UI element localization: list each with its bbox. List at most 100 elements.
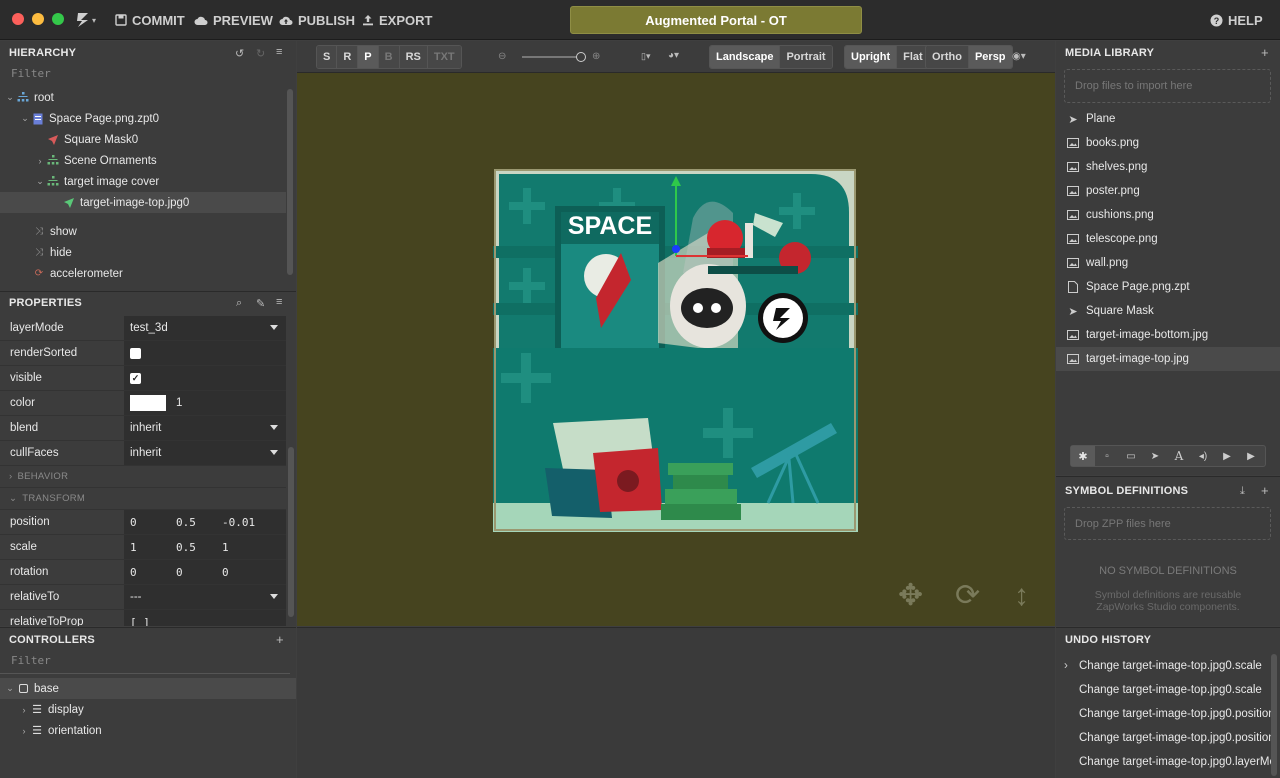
undo-item[interactable]: Change target-image-top.jpg0.scale [1064, 678, 1276, 702]
filter-image-icon[interactable]: ▭ [1119, 446, 1143, 466]
expand-caret-icon[interactable]: ⌄ [4, 92, 16, 103]
commit-button[interactable]: COMMIT [115, 11, 185, 29]
zoom-out-icon[interactable]: ⊖ [498, 51, 506, 62]
rotation-x[interactable]: 0 [130, 566, 176, 579]
blend-select[interactable]: inherit [124, 416, 286, 440]
relativeto-select[interactable]: --- [124, 585, 286, 609]
scale-x[interactable]: 1 [130, 541, 176, 554]
timeline-panel[interactable] [297, 627, 1055, 778]
edit-icon[interactable]: ✎ [256, 297, 265, 310]
help-button[interactable]: ? HELP [1210, 11, 1263, 29]
media-item-cushions[interactable]: cushions.png [1056, 203, 1280, 227]
properties-scrollbar[interactable] [288, 447, 294, 617]
filter-audio-icon[interactable]: ◂) [1191, 446, 1215, 466]
relativetoprop-field[interactable]: [ ] [124, 610, 286, 626]
tree-node-target-image-cover[interactable]: ⌄ target image cover [0, 171, 286, 192]
media-item-target-image-bottom[interactable]: target-image-bottom.jpg [1056, 323, 1280, 347]
undo-item[interactable]: Change target-image-top.jpg0.position [1064, 702, 1276, 726]
tree-node-scene-ornaments[interactable]: › Scene Ornaments [0, 150, 286, 171]
export-button[interactable]: EXPORT [362, 11, 432, 29]
globe-icon[interactable]: ◕▾ [668, 50, 679, 61]
layermode-select[interactable]: test_3d [124, 316, 286, 340]
rendersorted-checkbox[interactable] [130, 347, 141, 359]
preview-button[interactable]: PREVIEW [194, 11, 273, 29]
scale-z[interactable]: 1 [222, 541, 268, 554]
maximize-window-button[interactable] [52, 13, 64, 25]
media-item-books[interactable]: books.png [1056, 131, 1280, 155]
symbol-drop-zone[interactable]: Drop ZPP files here [1064, 507, 1271, 540]
tree-node-square-mask[interactable]: Square Mask0 [0, 129, 286, 150]
download-icon[interactable]: ⤓ [1240, 485, 1245, 498]
collapse-caret-icon[interactable]: › [18, 726, 30, 736]
rotate-tool-icon[interactable]: ⟳ [955, 581, 980, 611]
media-item-wall[interactable]: wall.png [1056, 251, 1280, 275]
rotation-y[interactable]: 0 [176, 566, 222, 579]
portrait-button[interactable]: Portrait [780, 46, 832, 68]
scale-tool-icon[interactable]: ↕ [1014, 581, 1029, 611]
undo-scrollbar[interactable] [1271, 654, 1277, 776]
add-controller-icon[interactable]: + [276, 632, 284, 647]
filter-3d-icon[interactable]: ▶ [1239, 446, 1263, 466]
tree-node-accelerometer[interactable]: ⟳ accelerometer [0, 263, 286, 284]
tree-node-hide[interactable]: ⤨ hide [0, 242, 286, 263]
undo-item[interactable]: › Change target-image-top.jpg0.scale [1064, 654, 1276, 678]
filter-plane-icon[interactable]: ➤ [1143, 446, 1167, 466]
redo-icon[interactable]: ↻ [256, 47, 265, 60]
persp-button[interactable]: Persp [968, 46, 1012, 68]
position-z[interactable]: -0.01 [222, 516, 268, 529]
controller-orientation[interactable]: › ☰ orientation [0, 720, 296, 741]
mode-p-button[interactable]: P [358, 46, 379, 68]
color-swatch[interactable] [130, 395, 166, 411]
mode-rs-button[interactable]: RS [399, 46, 428, 68]
undo-item[interactable]: Change target-image-top.jpg0.position [1064, 726, 1276, 750]
media-item-shelves[interactable]: shelves.png [1056, 155, 1280, 179]
menu-icon[interactable]: ≡ [276, 296, 282, 308]
ortho-button[interactable]: Ortho [926, 46, 969, 68]
hierarchy-scrollbar[interactable] [287, 89, 293, 275]
expand-caret-icon[interactable]: ⌄ [19, 113, 31, 124]
expand-caret-icon[interactable]: ⌄ [34, 176, 46, 187]
filter-all-icon[interactable]: ✱ [1071, 446, 1095, 466]
media-item-poster[interactable]: poster.png [1056, 179, 1280, 203]
refresh-icon[interactable]: ↺ [235, 47, 244, 60]
add-media-icon[interactable]: + [1261, 45, 1269, 60]
minimize-window-button[interactable] [32, 13, 44, 25]
close-window-button[interactable] [12, 13, 24, 25]
landscape-button[interactable]: Landscape [710, 46, 781, 68]
transform-section[interactable]: ⌄ TRANSFORM [0, 488, 286, 510]
position-y[interactable]: 0.5 [176, 516, 222, 529]
mode-txt-button[interactable]: TXT [427, 46, 461, 68]
scale-y[interactable]: 0.5 [176, 541, 222, 554]
controller-base[interactable]: ⌄ base [0, 678, 296, 699]
filter-font-icon[interactable]: A [1167, 446, 1191, 466]
collapse-caret-icon[interactable]: › [18, 705, 30, 715]
zoom-slider-handle[interactable] [576, 52, 586, 62]
move-tool-icon[interactable]: ✥ [898, 581, 923, 611]
behavior-section[interactable]: › BEHAVIOR [0, 466, 286, 488]
eye-icon[interactable]: ◉▾ [1012, 51, 1026, 62]
flat-button[interactable]: Flat [897, 46, 929, 68]
filter-file-icon[interactable]: ▫ [1095, 446, 1119, 466]
tree-node-show[interactable]: ⤨ show [0, 221, 286, 242]
controllers-filter-input[interactable]: Filter [0, 652, 290, 674]
mode-b-button[interactable]: B [378, 46, 400, 68]
mode-r-button[interactable]: R [337, 46, 359, 68]
media-drop-zone[interactable]: Drop files to import here [1064, 69, 1271, 103]
media-item-space-page[interactable]: Space Page.png.zpt [1056, 275, 1280, 299]
menu-icon[interactable]: ≡ [276, 46, 282, 58]
search-icon[interactable]: ⌕ [236, 297, 242, 310]
color-alpha-value[interactable]: 1 [176, 397, 182, 409]
upright-button[interactable]: Upright [845, 46, 898, 68]
zoom-slider[interactable] [522, 56, 582, 58]
mode-s-button[interactable]: S [317, 46, 338, 68]
undo-item[interactable]: Change target-image-top.jpg0.layerMode [1064, 750, 1276, 774]
tree-node-target-image-top[interactable]: target-image-top.jpg0 [0, 192, 286, 213]
media-item-target-image-top[interactable]: target-image-top.jpg [1056, 347, 1280, 371]
filter-video-icon[interactable]: ▶ [1215, 446, 1239, 466]
zapworks-menu-button[interactable]: ▾ [76, 11, 102, 29]
expand-caret-icon[interactable]: ⌄ [4, 683, 16, 694]
add-symbol-icon[interactable]: + [1261, 483, 1269, 498]
media-item-square-mask[interactable]: ➤ Square Mask [1056, 299, 1280, 323]
rotation-z[interactable]: 0 [222, 566, 268, 579]
hierarchy-filter-input[interactable]: Filter [0, 65, 296, 85]
